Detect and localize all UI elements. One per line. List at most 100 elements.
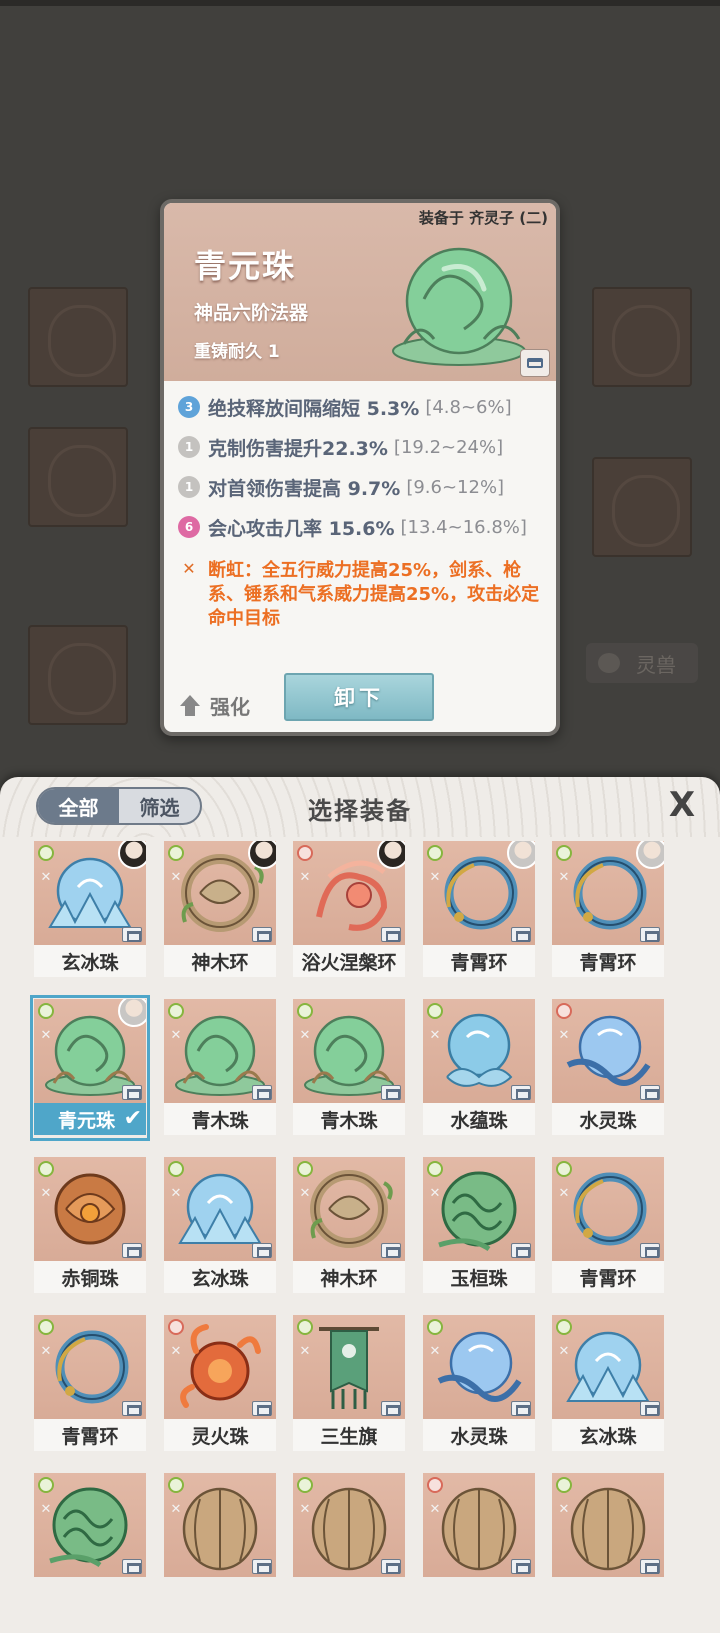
equip-slot[interactable] [28, 625, 128, 725]
equipment-item[interactable]: ✕ 神木环 [164, 841, 276, 979]
lock-button[interactable] [520, 349, 550, 377]
element-icon [427, 1003, 443, 1019]
equipment-item[interactable]: ✕ 水蕴珠 [423, 999, 535, 1137]
equipment-image: ✕ [423, 841, 535, 945]
equipment-item[interactable]: ✕ 青霄环 [423, 841, 535, 979]
equipment-name: 青霄环 [552, 945, 664, 977]
equipment-item[interactable]: ✕ 青霄环 [552, 841, 664, 979]
attribute-range: [13.4~16.8%] [400, 516, 527, 538]
set-icon: ✕ [40, 1344, 52, 1359]
element-icon [38, 1161, 54, 1177]
equip-slot[interactable] [592, 287, 692, 387]
attribute-row: 6 会心攻击几率 15.6% [13.4~16.8%] [178, 507, 548, 547]
lock-icon [122, 1401, 142, 1416]
equipment-item[interactable]: ✕ 青霄环 [552, 1157, 664, 1295]
lock-icon [252, 1559, 272, 1574]
unequip-button[interactable]: 卸下 [284, 673, 434, 721]
lock-icon [381, 1559, 401, 1574]
equipment-name: 青霄环 [552, 1261, 664, 1293]
attribute-text: 绝技释放间隔缩短 5.3% [208, 397, 420, 420]
equipment-name: 玄冰珠 [34, 945, 146, 977]
equipment-image: ✕ [34, 1473, 146, 1577]
set-icon: ✕ [170, 870, 182, 885]
equipment-image: ✕ [164, 1315, 276, 1419]
element-icon [556, 1161, 572, 1177]
equipment-name: 水灵珠 [552, 1103, 664, 1135]
equipment-item[interactable]: ✕ 青霄环 [34, 1315, 146, 1453]
equipment-name: 三生旗 [293, 1419, 405, 1451]
equipment-item[interactable]: ✕ 水灵珠 [552, 999, 664, 1137]
water-orb-art [446, 1013, 513, 1087]
equipment-image: ✕ [552, 1315, 664, 1419]
lock-icon [122, 927, 142, 942]
set-icon: ✕ [429, 1186, 441, 1201]
equipment-image: ✕ [293, 841, 405, 945]
equipment-item[interactable]: ✕ 青木珠 [164, 999, 276, 1137]
equipment-item[interactable]: ✕ 赤铜珠 [34, 1157, 146, 1295]
equipment-item[interactable]: ✕ 玉桓珠 [423, 1157, 535, 1295]
equipment-item[interactable]: ✕ [423, 1473, 535, 1611]
equipment-image: ✕ [552, 1157, 664, 1261]
panel-title: 选择装备 [308, 797, 412, 825]
set-icon: ✕ [558, 1344, 570, 1359]
element-icon [38, 1477, 54, 1493]
green-orb-art [304, 1015, 394, 1096]
equipment-item[interactable]: ✕ 神木环 [293, 1157, 405, 1295]
equipment-name: 玉桓珠 [423, 1261, 535, 1293]
set-icon: ✕ [170, 1344, 182, 1359]
equip-slot[interactable] [28, 427, 128, 527]
lock-icon [252, 927, 272, 942]
enhance-button[interactable]: 强化 [180, 691, 250, 720]
equipment-item[interactable]: ✕ 青木珠 [293, 999, 405, 1137]
equip-slot[interactable] [592, 457, 692, 557]
ice-art [566, 1331, 650, 1402]
lock-icon [511, 927, 531, 942]
equipment-image: ✕ [423, 1315, 535, 1419]
item-grade: 神品六阶法器 [194, 302, 309, 324]
attribute-range: [4.8~6%] [425, 396, 512, 418]
element-icon [38, 845, 54, 861]
item-detail-header: 装备于 齐灵子 (二) 青元珠 神品六阶法器 重铸耐久 1 [164, 203, 556, 381]
element-icon [38, 1003, 54, 1019]
equipment-item[interactable]: ✕ [552, 1473, 664, 1611]
equipment-name: 青木珠 [293, 1103, 405, 1135]
equipment-item[interactable]: ✕ 三生旗 [293, 1315, 405, 1453]
equipment-item[interactable]: ✕ [164, 1473, 276, 1611]
spirit-beast-label: 灵兽 [636, 652, 676, 677]
set-icon: ✕ [40, 1502, 52, 1517]
equipment-item[interactable]: ✕ [293, 1473, 405, 1611]
equipment-image: ✕ [34, 999, 146, 1103]
spirit-beast-button[interactable]: 灵兽 [586, 643, 698, 683]
equip-slot[interactable] [28, 287, 128, 387]
set-icon: ✕ [170, 1186, 182, 1201]
equipment-item[interactable]: ✕ 灵火珠 [164, 1315, 276, 1453]
equipment-item[interactable]: ✕ 玄冰珠 [552, 1315, 664, 1453]
equipment-image: ✕ [552, 841, 664, 945]
blue-ring-art [55, 1330, 129, 1404]
equipment-item[interactable]: ✕ 水灵珠 [423, 1315, 535, 1453]
element-icon [38, 1319, 54, 1335]
bronze-orb-art [54, 1173, 126, 1245]
lock-icon [381, 927, 401, 942]
green-orb-art [392, 247, 526, 366]
attribute-range: [19.2~24%] [393, 436, 504, 458]
equipment-item[interactable]: ✕ [34, 1473, 146, 1611]
set-icon: ✕ [558, 1028, 570, 1043]
lock-icon [122, 1085, 142, 1100]
equipment-item[interactable]: ✕ 浴火涅槃环 [293, 841, 405, 979]
equipment-item[interactable]: ✕ 青元珠 ✔ [30, 995, 150, 1141]
attribute-text: 对首领伤害提高 9.7% [208, 477, 401, 500]
lock-icon [640, 1243, 660, 1258]
equipment-image: ✕ [293, 999, 405, 1103]
lock-icon [122, 1243, 142, 1258]
element-icon [168, 1161, 184, 1177]
seed-art [441, 1487, 517, 1571]
top-bar [0, 0, 720, 6]
equipment-item[interactable]: ✕ 玄冰珠 [34, 841, 146, 979]
ice-art [178, 1173, 262, 1244]
element-icon [297, 845, 313, 861]
equipment-name: 灵火珠 [164, 1419, 276, 1451]
close-button[interactable]: X [664, 787, 700, 823]
equipment-item[interactable]: ✕ 玄冰珠 [164, 1157, 276, 1295]
equipment-image: ✕ [423, 999, 535, 1103]
